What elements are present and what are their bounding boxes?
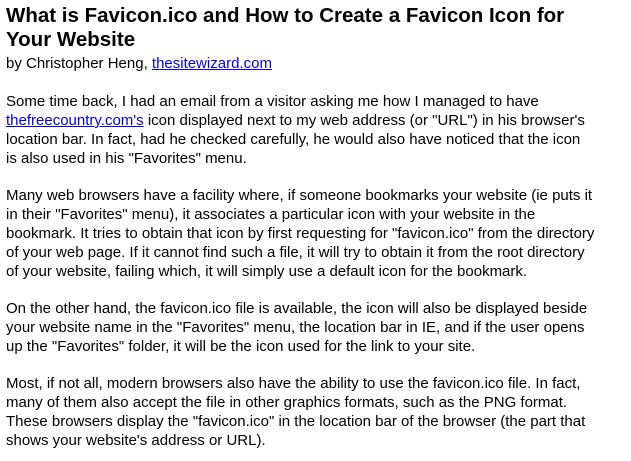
paragraph-text: icon displayed next to my web address (o… <box>143 112 585 129</box>
paragraph-line: in their "Favorites" menu), it associate… <box>6 206 536 223</box>
paragraph-line: location bar. In fact, had he checked ca… <box>6 131 581 148</box>
paragraph-line: many of them also accept the file in oth… <box>6 394 568 411</box>
title-line-1: What is Favicon.ico and How to Create a … <box>6 4 565 27</box>
paragraph-line: Some time back, I had an email from a vi… <box>6 93 539 110</box>
paragraph-line: On the other hand, the favicon.ico file … <box>6 300 588 317</box>
paragraph-line: of your web page. If it cannot find such… <box>6 244 585 261</box>
page-title: What is Favicon.ico and How to Create a … <box>6 0 631 52</box>
title-line-2: Your Website <box>6 28 136 51</box>
byline: by Christopher Heng, thesitewizard.com <box>6 54 631 74</box>
paragraph-1: Some time back, I had an email from a vi… <box>6 92 631 168</box>
thefreecountry-link[interactable]: thefreecountry.com's <box>6 112 144 129</box>
paragraph-line: shows your website's address or URL). <box>6 432 266 449</box>
paragraph-3: On the other hand, the favicon.ico file … <box>6 299 631 356</box>
article: What is Favicon.ico and How to Create a … <box>6 0 631 450</box>
paragraph-line: bookmark. It tries to obtain that icon b… <box>6 225 595 242</box>
paragraph-2: Many web browsers have a facility where,… <box>6 186 631 281</box>
paragraph-4: Most, if not all, modern browsers also h… <box>6 374 631 450</box>
paragraph-line: Many web browsers have a facility where,… <box>6 187 593 204</box>
paragraph-line: of your website, failing which, it will … <box>6 263 528 280</box>
paragraph-line: Most, if not all, modern browsers also h… <box>6 375 581 392</box>
paragraph-line: thefreecountry.com's icon displayed next… <box>6 111 631 130</box>
thesitewizard-link[interactable]: thesitewizard.com <box>152 55 272 72</box>
paragraph-line: is also used in his "Favorites" menu. <box>6 150 247 167</box>
paragraph-line: your website name in the "Favorites" men… <box>6 319 585 336</box>
paragraph-line: These browsers display the "favicon.ico"… <box>6 413 586 430</box>
byline-author: by Christopher Heng, <box>6 55 152 72</box>
paragraph-line: up the "Favorites" folder, it will be th… <box>6 338 476 355</box>
